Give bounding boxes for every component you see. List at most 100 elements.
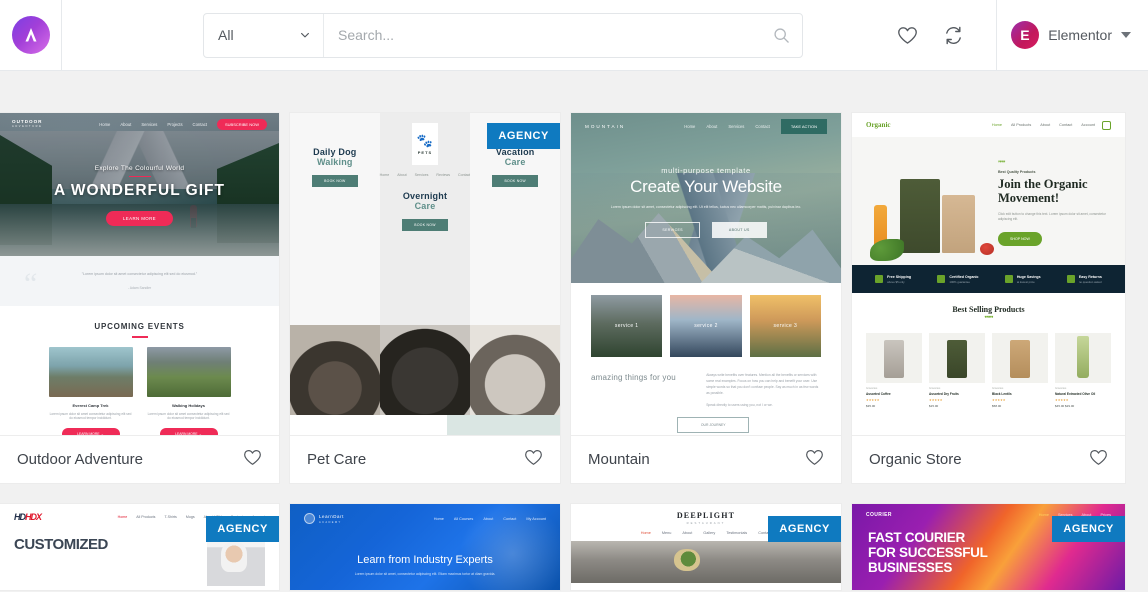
column-cta: BOOK NOW — [402, 219, 448, 231]
preview-logo: Organic — [866, 121, 891, 129]
preview-logo: 🐾 PETS — [412, 123, 438, 165]
event-name: Everest Camp Trek — [72, 402, 109, 408]
category-filter-select[interactable]: All — [204, 13, 324, 57]
nav-item: Gallery — [703, 531, 716, 535]
feature-item: Certified Organic 100% guarantee — [937, 275, 979, 284]
sync-button[interactable] — [930, 0, 976, 71]
agency-badge: AGENCY — [1052, 516, 1125, 542]
feature-title: Easy Returns — [1078, 274, 1102, 279]
preview-logo-text: LearnDart — [319, 513, 344, 519]
events-title: UPCOMING EVENTS — [94, 322, 185, 331]
sprig-icon: ❞❞❞ — [997, 161, 1006, 167]
hero-headline: Create Your Website — [630, 177, 782, 196]
preview-events-section: UPCOMING EVENTS Everest Camp Trek Lorem … — [0, 306, 279, 435]
nav-item: Contact — [458, 173, 471, 177]
feature-item: Easy Returns no question asked — [1066, 274, 1102, 284]
cart-icon — [1102, 120, 1111, 130]
product-price: $58.00 — [992, 404, 1002, 408]
nav-item: Projects — [167, 121, 183, 127]
event-item: Everest Camp Trek Lorem ipsum dolor sit … — [48, 346, 133, 435]
account-menu[interactable]: E Elementor — [1011, 21, 1148, 49]
nav-item: Account — [1081, 123, 1095, 127]
favorite-button[interactable] — [524, 449, 543, 471]
product-rating: ★★★★★ — [929, 398, 943, 402]
event-item: Walking Holidays Lorem ipsum dolor sit a… — [146, 346, 231, 435]
hero-button: SERVICES — [645, 222, 700, 239]
template-preview[interactable]: Organic Home All Products About Contact … — [852, 113, 1125, 436]
column-title-line1: Daily Dog — [313, 147, 357, 157]
template-title: Outdoor Adventure — [17, 451, 143, 468]
product-image — [1055, 333, 1111, 383]
hero-headline-line2: Movement! — [997, 191, 1060, 206]
astra-logo-icon — [11, 16, 50, 54]
template-preview[interactable]: LearnDart ACADEMY Home All Courses About… — [290, 504, 560, 590]
favorite-button[interactable] — [243, 449, 262, 471]
template-preview[interactable]: OUTDOOR ADVENTURE Home About Services Pr… — [0, 113, 279, 436]
event-name: Walking Holidays — [172, 402, 205, 408]
search-input[interactable] — [338, 27, 746, 43]
product-grid: Groceries Assorted Coffee ★★★★★ $35.00 G… — [852, 333, 1125, 408]
outdoor-adventure-preview: OUTDOOR ADVENTURE Home About Services Pr… — [0, 113, 279, 435]
hero-text: Explore The Colourful World A WONDERFUL … — [0, 165, 279, 227]
column-cta: BOOK NOW — [311, 175, 358, 187]
search-icon — [773, 27, 789, 43]
hero-paragraph: Lorem ipsum dolor sit amet, consectetur … — [610, 205, 802, 209]
dog-photo — [470, 325, 560, 415]
favorite-button[interactable] — [805, 449, 824, 471]
section-text: Always write benefits over features. Men… — [706, 373, 819, 395]
section-title: amazing things for you — [591, 373, 676, 382]
nav-item: Home — [117, 515, 128, 519]
feature-title: Free Shipping — [887, 274, 912, 279]
event-image — [146, 346, 231, 397]
favorite-button[interactable] — [1089, 449, 1108, 471]
paw-print-icon: 🐾 — [416, 132, 434, 148]
header-actions: E Elementor — [884, 0, 1148, 71]
template-preview[interactable]: Daily Dog Walking BOOK NOW 🐾 PETS Home A… — [290, 113, 560, 436]
template-card[interactable]: AGENCY HDHDX Home All Products T-Shirts … — [0, 504, 279, 590]
app-logo[interactable] — [0, 0, 62, 71]
preview-column: Daily Dog Walking BOOK NOW — [290, 113, 380, 325]
dog-photo — [380, 325, 470, 415]
preview-dog-photos — [290, 325, 560, 415]
feature-item: Huge Savings at lowest price — [1004, 275, 1041, 284]
column-title: Overnight Care — [380, 191, 471, 211]
event-cta: LEARN MORE → — [61, 428, 120, 435]
product-price: $45.00 $29.00 — [1055, 404, 1075, 408]
feature-sub: at lowest price — [1016, 279, 1035, 284]
template-preview[interactable]: MOUNTAIN Home About Services Contact TAK… — [571, 113, 841, 436]
quote-text: "Lorem ipsum dolor sit amet consectetur … — [81, 272, 198, 276]
hero-text: multi-purpose template Create Your Websi… — [571, 166, 841, 239]
pet-care-preview: Daily Dog Walking BOOK NOW 🐾 PETS Home A… — [290, 113, 560, 435]
product-category: Groceries — [1055, 387, 1067, 390]
heart-icon — [525, 449, 542, 465]
template-card[interactable]: LearnDart ACADEMY Home All Courses About… — [290, 504, 560, 590]
template-card[interactable]: AGENCY Daily Dog Walking BOOK NOW 🐾 PETS… — [290, 113, 560, 483]
avatar-letter: E — [1020, 27, 1031, 43]
favorites-button[interactable] — [884, 0, 930, 71]
quote-author: - Adam Sandler — [127, 286, 152, 290]
event-cta: LEARN MORE → — [159, 428, 218, 435]
template-card[interactable]: AGENCY COURIER Home Services About Price… — [852, 504, 1125, 590]
nav-item: Home — [99, 121, 111, 127]
feature-sub: above $5 only — [887, 279, 905, 284]
nav-item: About — [706, 123, 718, 129]
preview-nav: Home All Products About Contact Account — [992, 123, 1095, 127]
product-item: Groceries Natural Extracted Olive Oil ★★… — [1055, 333, 1111, 408]
feature-icon — [875, 275, 884, 283]
nav-item: My Account — [526, 516, 546, 521]
template-card[interactable]: AGENCY DEEPLIGHT RESTAURANT Home Menu Ab… — [571, 504, 841, 590]
service-tile: service 2 — [670, 295, 742, 357]
feature-icon — [1066, 275, 1075, 283]
preview-quote-section: “ "Lorem ipsum dolor sit amet consectetu… — [0, 256, 279, 306]
column-title-line2: Walking — [317, 157, 353, 167]
template-card[interactable]: Organic Home All Products About Contact … — [852, 113, 1125, 483]
agency-badge: AGENCY — [487, 123, 560, 149]
template-card[interactable]: OUTDOOR ADVENTURE Home About Services Pr… — [0, 113, 279, 483]
preview-nav: Home About Services Reviews Contact — [380, 173, 471, 177]
nav-item: Reviews — [436, 173, 450, 177]
search-button[interactable] — [760, 14, 802, 57]
heart-icon — [244, 449, 261, 465]
template-card[interactable]: MOUNTAIN Home About Services Contact TAK… — [571, 113, 841, 483]
preview-navbar: MOUNTAIN Home About Services Contact TAK… — [571, 113, 841, 139]
event-text: Lorem ipsum dolor sit amet consectetur a… — [147, 411, 230, 421]
